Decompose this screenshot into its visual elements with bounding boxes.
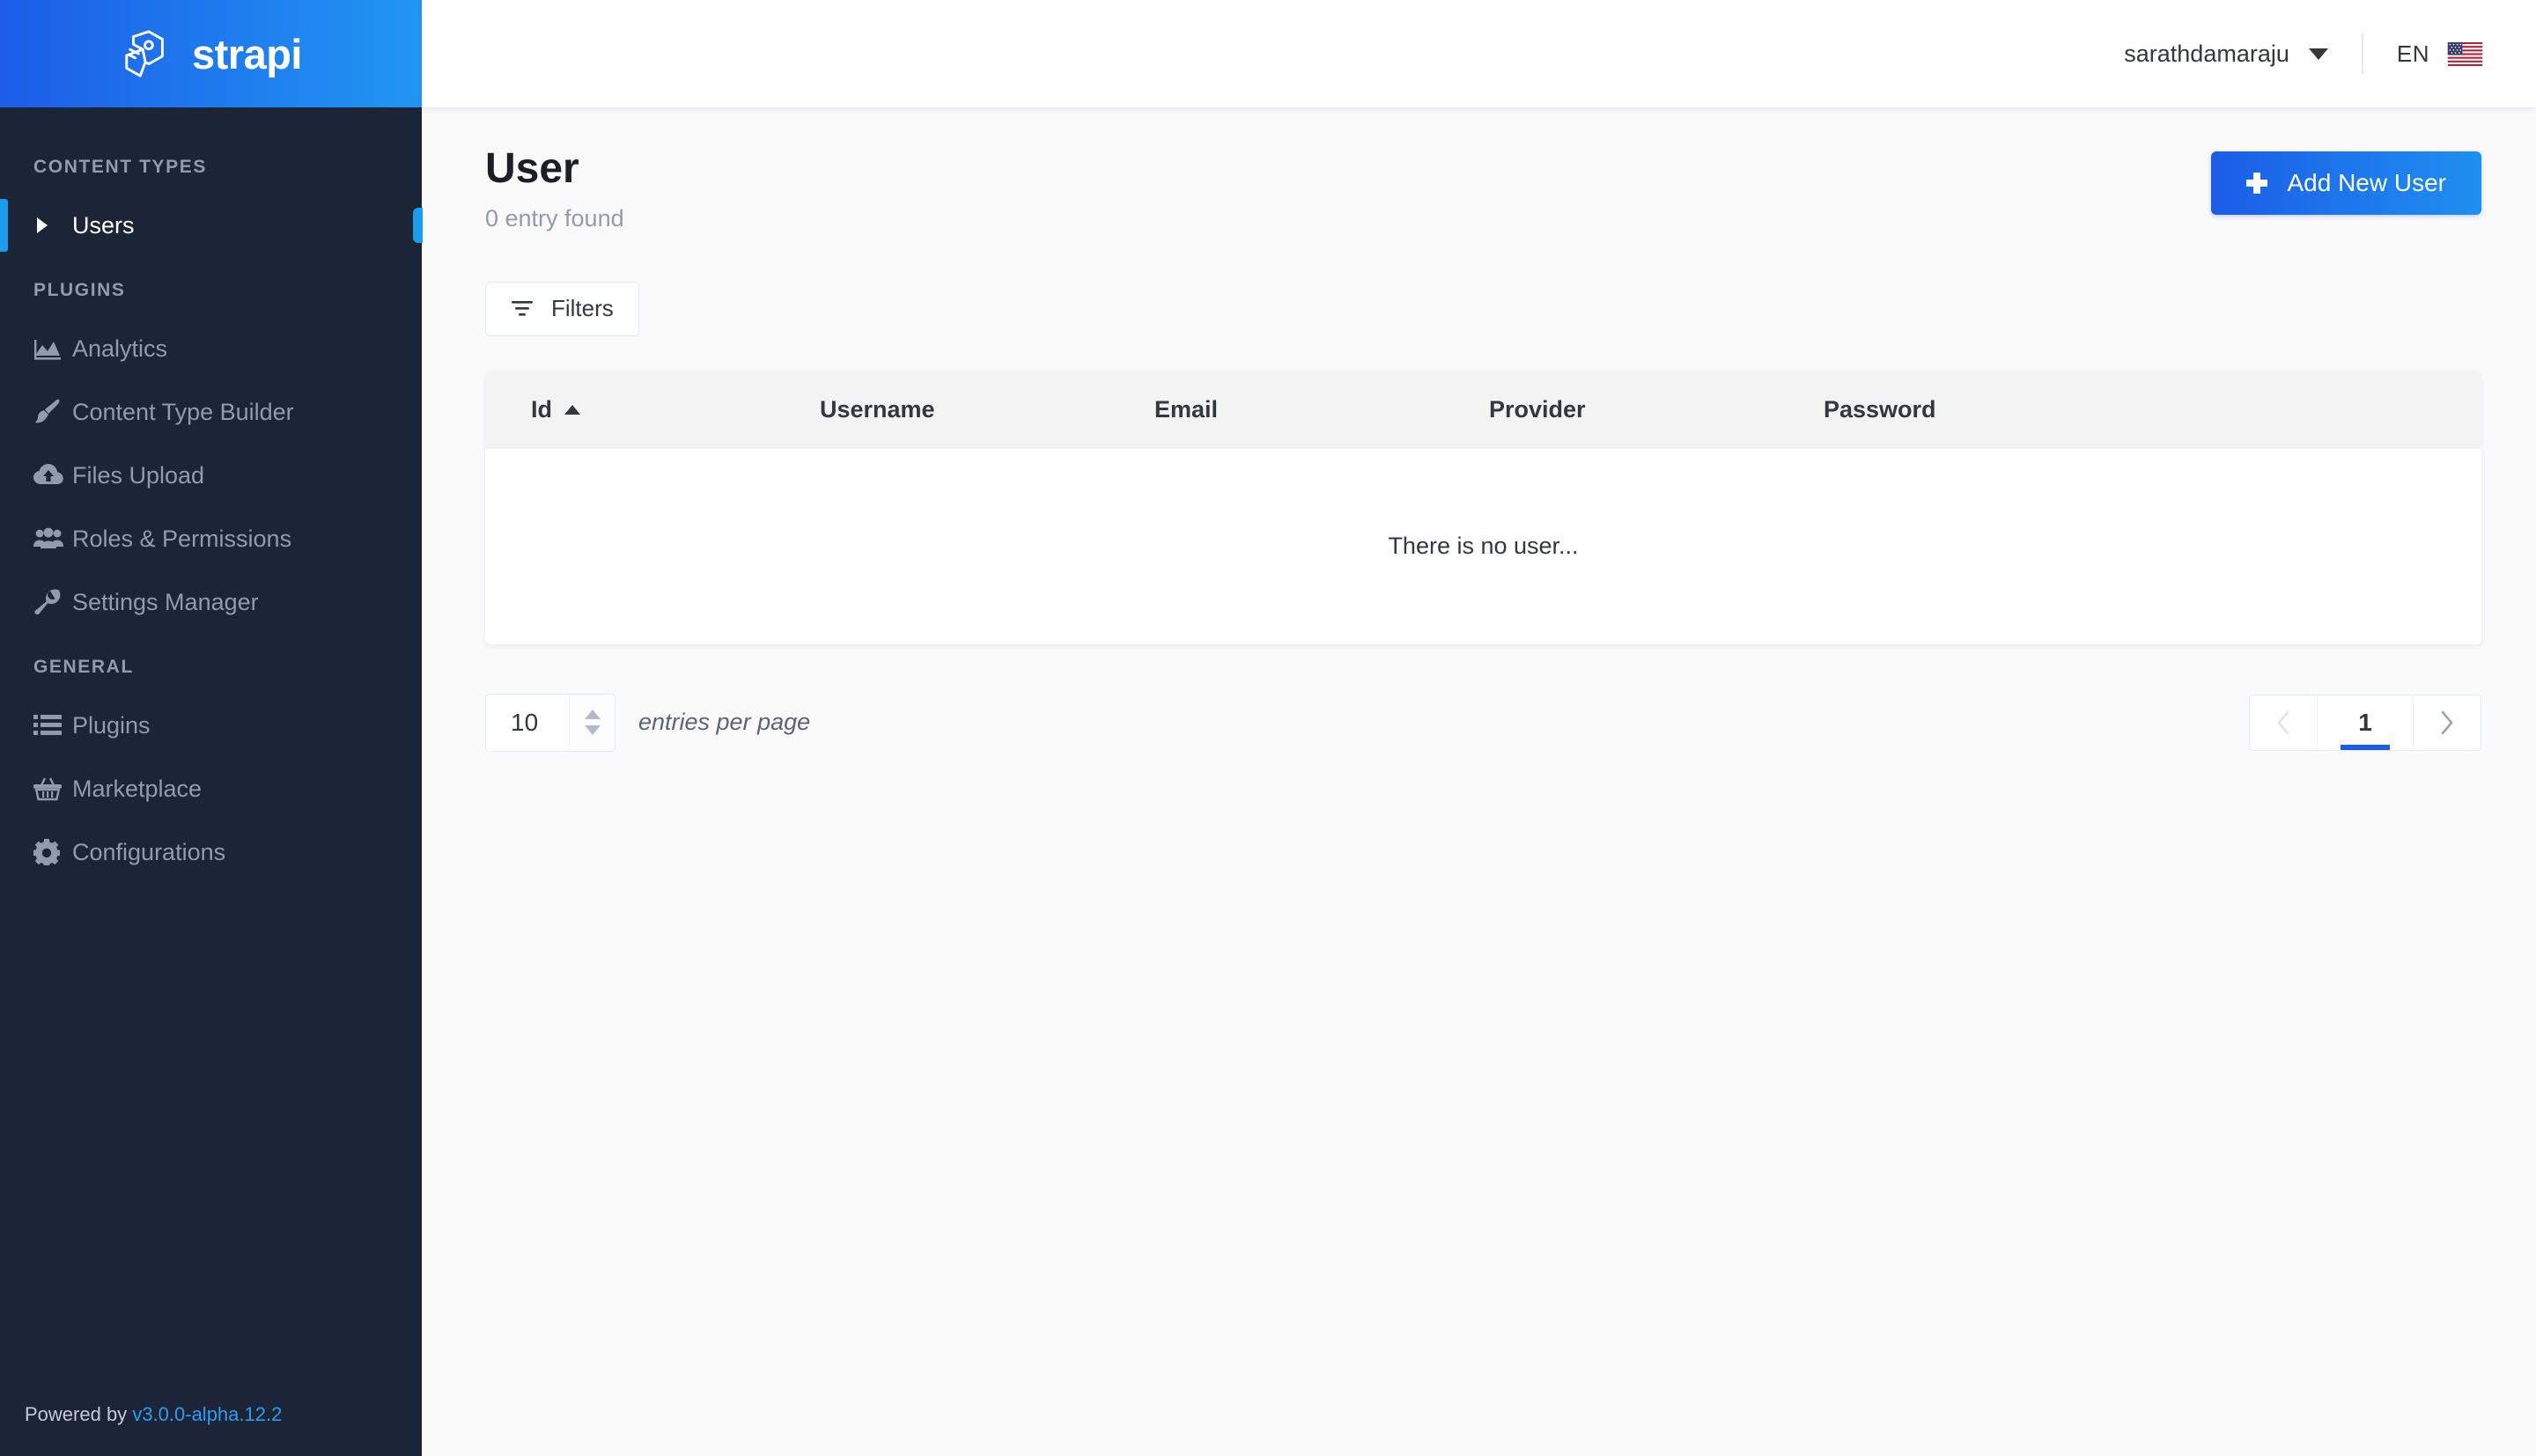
column-label: Email xyxy=(1154,396,1219,423)
next-page-button[interactable] xyxy=(2414,695,2481,750)
gear-icon xyxy=(33,839,70,865)
users-table-card: Id Username Email Provider Password Ther… xyxy=(485,371,2481,644)
sidebar-nav: CONTENT TYPES Users PLUGINS Analytics Co… xyxy=(0,107,423,1403)
section-label-plugins: PLUGINS xyxy=(33,280,126,300)
language-label: EN xyxy=(2396,40,2429,67)
add-new-user-button[interactable]: Add New User xyxy=(2211,151,2481,215)
version-link[interactable]: v3.0.0-alpha.12.2 xyxy=(132,1403,282,1425)
stepper-up-icon[interactable] xyxy=(584,710,601,720)
page-header-text: User 0 entry found xyxy=(485,145,624,232)
wrench-icon xyxy=(33,589,70,615)
page-content: User 0 entry found Add New User Filters … xyxy=(422,107,2536,752)
sidebar-item-analytics[interactable]: Analytics xyxy=(0,317,422,380)
main-area: sarathdamaraju EN User 0 entry found Add… xyxy=(422,0,2536,1456)
filters-label: Filters xyxy=(551,295,614,322)
sidebar-item-marketplace[interactable]: Marketplace xyxy=(0,757,422,820)
users-table: Id Username Email Provider Password Ther… xyxy=(485,371,2481,644)
sidebar-item-label: Settings Manager xyxy=(72,588,259,615)
entry-count-label: 0 entry found xyxy=(485,204,624,232)
toolbar: Filters xyxy=(485,281,2481,336)
table-body: There is no user... xyxy=(485,449,2481,644)
empty-message: There is no user... xyxy=(1388,533,1579,560)
add-new-user-label: Add New User xyxy=(2287,169,2446,196)
sidebar-item-files-upload[interactable]: Files Upload xyxy=(0,444,422,507)
caret-right-icon xyxy=(33,216,70,235)
page-header: User 0 entry found Add New User xyxy=(485,145,2481,232)
column-header-password[interactable]: Password xyxy=(1824,371,2481,449)
page-navigation: 1 xyxy=(2249,694,2481,751)
sidebar-item-label: Plugins xyxy=(72,711,151,739)
user-menu-button[interactable]: sarathdamaraju xyxy=(2124,40,2328,68)
us-flag-icon xyxy=(2447,41,2483,66)
sidebar-item-label: Analytics xyxy=(72,335,168,362)
column-header-username[interactable]: Username xyxy=(820,371,1154,449)
users-group-icon xyxy=(33,527,70,550)
sidebar-item-settings-manager[interactable]: Settings Manager xyxy=(0,570,422,634)
chart-area-icon xyxy=(33,336,70,361)
column-header-id[interactable]: Id xyxy=(485,371,820,449)
language-switcher[interactable]: EN xyxy=(2397,40,2483,68)
column-label: Id xyxy=(531,396,552,423)
stepper-down-icon[interactable] xyxy=(584,725,601,736)
paint-brush-icon xyxy=(33,399,70,425)
sidebar-item-plugins[interactable]: Plugins xyxy=(0,694,422,757)
entries-per-page-stepper[interactable] xyxy=(569,694,615,751)
sidebar-item-label: Users xyxy=(72,211,135,239)
topbar: sarathdamaraju EN xyxy=(422,0,2536,107)
previous-page-button[interactable] xyxy=(2250,695,2317,750)
powered-by-label: Powered by xyxy=(25,1403,128,1425)
sidebar: strapi CONTENT TYPES Users PLUGINS Analy… xyxy=(0,0,423,1456)
entries-per-page-select[interactable]: 10 xyxy=(485,693,616,752)
chevron-right-icon xyxy=(2439,710,2455,736)
cloud-upload-icon xyxy=(33,464,70,487)
sidebar-footer: Powered by v3.0.0-alpha.12.2 xyxy=(0,1403,422,1456)
sidebar-item-label: Marketplace xyxy=(72,775,203,802)
entries-per-page-label: entries per page xyxy=(638,709,811,736)
sidebar-item-label: Roles & Permissions xyxy=(72,525,292,552)
page-title: User xyxy=(485,145,579,192)
filters-button[interactable]: Filters xyxy=(485,281,639,336)
page-number-label: 1 xyxy=(2358,708,2372,736)
topbar-divider xyxy=(2361,33,2363,74)
strapi-logo-icon xyxy=(120,28,174,79)
column-label: Username xyxy=(820,396,935,423)
plus-icon xyxy=(2246,173,2268,194)
list-icon xyxy=(33,714,70,737)
chevron-down-icon xyxy=(2308,48,2328,60)
app-root: strapi CONTENT TYPES Users PLUGINS Analy… xyxy=(0,0,2536,1456)
column-label: Provider xyxy=(1489,396,1586,423)
table-head: Id Username Email Provider Password xyxy=(485,371,2481,449)
sidebar-item-content-type-builder[interactable]: Content Type Builder xyxy=(0,380,422,444)
sidebar-item-users[interactable]: Users xyxy=(0,194,423,257)
brand-header[interactable]: strapi xyxy=(0,0,422,107)
entries-per-page-value: 10 xyxy=(511,708,539,736)
section-label-content-types: CONTENT TYPES xyxy=(33,157,207,177)
column-header-provider[interactable]: Provider xyxy=(1489,371,1824,449)
sidebar-item-label: Files Upload xyxy=(72,461,205,489)
column-label: Password xyxy=(1824,396,1936,423)
pagination-bar: 10 entries per page 1 xyxy=(485,693,2481,752)
column-header-email[interactable]: Email xyxy=(1154,371,1489,449)
per-page-control: 10 entries per page xyxy=(485,693,811,752)
table-header-row: Id Username Email Provider Password xyxy=(485,371,2481,449)
sort-asc-icon xyxy=(564,405,580,415)
sidebar-item-configurations[interactable]: Configurations xyxy=(0,820,422,884)
brand-name: strapi xyxy=(192,30,303,77)
filter-funnel-icon xyxy=(511,299,534,319)
sidebar-item-label: Configurations xyxy=(72,838,226,865)
shopping-basket-icon xyxy=(33,776,70,801)
page-number-1[interactable]: 1 xyxy=(2317,695,2414,750)
sidebar-item-label: Content Type Builder xyxy=(72,398,294,425)
sidebar-item-roles-permissions[interactable]: Roles & Permissions xyxy=(0,507,422,570)
table-empty-row: There is no user... xyxy=(485,449,2481,644)
chevron-left-icon xyxy=(2275,710,2291,736)
username-label: sarathdamaraju xyxy=(2124,40,2289,67)
section-label-general: GENERAL xyxy=(33,657,134,677)
